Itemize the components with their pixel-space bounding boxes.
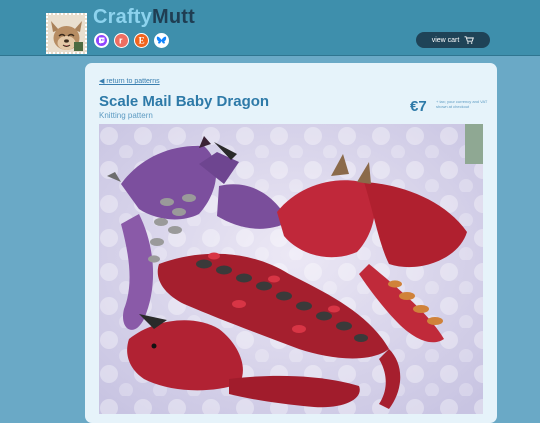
product-title: Scale Mail Baby Dragon	[99, 93, 270, 110]
view-cart-label: view cart	[431, 36, 460, 44]
avatar[interactable]	[46, 13, 87, 54]
etsy-icon[interactable]: E	[134, 33, 149, 48]
product-card: ◀ return to patterns Scale Mail Baby Dra…	[85, 63, 497, 423]
cart-icon	[464, 36, 475, 44]
social-links: r E	[94, 33, 169, 49]
product-price: €7	[410, 98, 427, 115]
product-subtitle: Knitting pattern	[99, 111, 153, 120]
svg-text:r: r	[119, 36, 123, 46]
dragon-photo-image	[99, 124, 483, 414]
twitch-icon[interactable]	[94, 33, 109, 48]
svg-text:E: E	[139, 36, 145, 46]
product-photo[interactable]	[99, 124, 483, 414]
ravelry-icon[interactable]: r	[114, 33, 129, 48]
view-cart-button[interactable]: view cart	[416, 32, 490, 48]
brand-logo[interactable]: CraftyMutt	[93, 5, 195, 29]
bluesky-icon[interactable]	[154, 33, 169, 48]
dog-mascot-icon	[48, 15, 85, 52]
brand-name-part-2: Mutt	[152, 6, 195, 28]
price-note: + tax; your currency and VAT shown at ch…	[436, 99, 488, 109]
return-to-patterns-link[interactable]: ◀ return to patterns	[99, 77, 160, 85]
top-bar: CraftyMutt r E view cart	[0, 0, 540, 56]
brand-name-part-1: Crafty	[93, 6, 152, 28]
